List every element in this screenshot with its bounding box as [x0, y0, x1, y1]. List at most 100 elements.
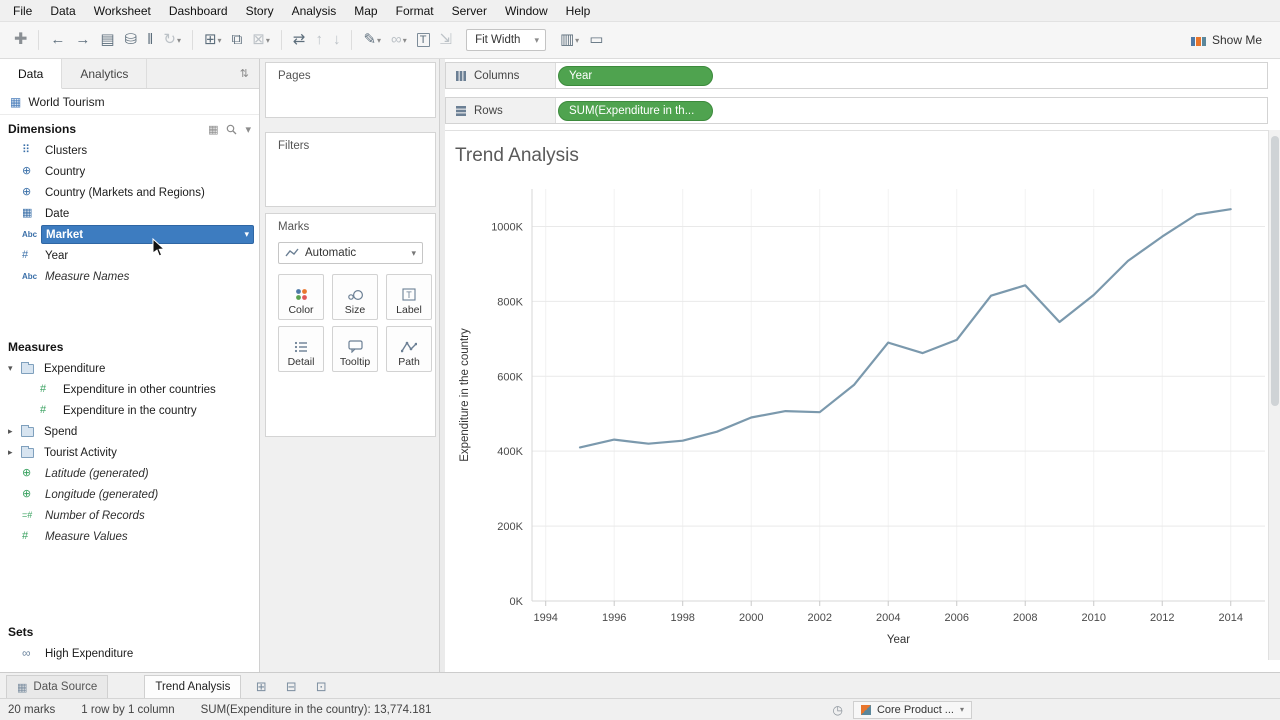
pill-sum-expenditure[interactable]: SUM(Expenditure in th... — [558, 101, 713, 121]
field-latitude-generated[interactable]: ⊕ Latitude (generated) — [0, 463, 259, 484]
mark-type-dropdown[interactable]: Automatic ▾ — [278, 242, 423, 264]
show-me-button[interactable]: Show Me — [1183, 30, 1270, 50]
run-update-icon[interactable]: ↻ ▾ — [159, 29, 185, 51]
vertical-scrollbar[interactable] — [1268, 130, 1280, 660]
field-expenditure-in-the-country[interactable]: # Expenditure in the country — [0, 400, 259, 421]
new-datasource-icon[interactable]: ⛁ — [121, 29, 142, 51]
field-dropdown-caret-icon[interactable]: ▾ — [244, 229, 249, 240]
tableau-logo-icon[interactable]: ✚ — [10, 29, 31, 51]
path-button[interactable]: Path — [386, 326, 432, 372]
rows-shelf[interactable]: Rows SUM(Expenditure in th... — [445, 97, 1268, 124]
field-country-markets-and-regions[interactable]: ⊕ Country (Markets and Regions) — [0, 182, 259, 203]
marks-buttons: Color Size T Label — [266, 274, 435, 372]
redo-icon[interactable]: → — [71, 29, 94, 51]
field-measure-values[interactable]: # Measure Values — [0, 526, 259, 547]
tooltip-button[interactable]: Tooltip — [332, 326, 378, 372]
new-worksheet-tab-icon[interactable]: ⊞ — [249, 675, 273, 698]
view-data-icon[interactable]: ▦ — [208, 123, 218, 136]
field-longitude-generated[interactable]: ⊕ Longitude (generated) — [0, 484, 259, 505]
swap-rows-columns-icon[interactable]: ⇄ — [289, 29, 310, 51]
detail-button[interactable]: Detail — [278, 326, 324, 372]
field-number-of-records[interactable]: =# Number of Records — [0, 505, 259, 526]
folder-caret-icon[interactable]: ▾ — [8, 363, 21, 374]
history-icon[interactable]: ◷ — [832, 703, 842, 717]
sort-ascending-icon[interactable]: ↑ — [311, 29, 327, 51]
menu-item[interactable]: Format — [387, 2, 443, 20]
show-mark-labels-icon[interactable]: T — [413, 30, 434, 50]
field-market[interactable]: Abc Market ▾ — [0, 224, 259, 245]
new-dashboard-tab-icon[interactable]: ⊟ — [279, 675, 303, 698]
y-tick-label: 400K — [497, 446, 523, 458]
folder-tourist-activity[interactable]: ▸ Tourist Activity — [0, 442, 259, 463]
columns-icon — [455, 70, 467, 82]
pages-shelf[interactable]: Pages — [265, 62, 436, 118]
menu-item[interactable]: Dashboard — [160, 2, 237, 20]
fit-selector[interactable]: Fit Width ▾ — [466, 29, 546, 51]
folder-expenditure[interactable]: ▾ Expenditure — [0, 358, 259, 379]
field-date[interactable]: ▦ Date — [0, 203, 259, 224]
clear-sheet-icon[interactable]: ⊠ ▾ — [248, 29, 274, 51]
search-fields-icon[interactable] — [226, 124, 237, 135]
field-type-icon: # — [40, 384, 59, 395]
undo-icon[interactable]: ← — [46, 29, 69, 51]
tab-trend-analysis[interactable]: Trend Analysis — [144, 675, 241, 698]
x-tick-label: 2014 — [1219, 612, 1243, 624]
menu-item[interactable]: Analysis — [283, 2, 346, 20]
status-bar: 20 marks 1 row by 1 column SUM(Expenditu… — [0, 698, 1280, 720]
highlight-icon[interactable]: ✎ ▾ — [359, 29, 385, 51]
show-me-icon — [1191, 34, 1206, 46]
field-type-icon: Abc — [22, 229, 41, 240]
folder-caret-icon[interactable]: ▸ — [8, 447, 21, 458]
menu-item[interactable]: Map — [345, 2, 386, 20]
columns-shelf[interactable]: Columns Year — [445, 62, 1268, 89]
set-high-expenditure[interactable]: ∞ High Expenditure — [0, 643, 259, 664]
field-type-icon: ⊕ — [22, 187, 41, 198]
folder-caret-icon[interactable]: ▸ — [8, 426, 21, 437]
color-button[interactable]: Color — [278, 274, 324, 320]
field-country[interactable]: ⊕ Country — [0, 161, 259, 182]
new-story-tab-icon[interactable]: ⊡ — [309, 675, 333, 698]
field-type-icon: ⠿ — [22, 145, 41, 156]
menu-item[interactable]: Help — [557, 2, 600, 20]
field-expenditure-in-other-countries[interactable]: # Expenditure in other countries — [0, 379, 259, 400]
pause-auto-updates-icon[interactable]: ‖ — [143, 29, 157, 51]
tab-analytics[interactable]: Analytics — [62, 59, 147, 88]
group-members-icon[interactable]: ∞ ▾ — [387, 29, 411, 51]
fix-axes-icon[interactable]: ⇲ — [436, 29, 457, 51]
field-measure-names[interactable]: Abc Measure Names — [0, 266, 259, 287]
menu-item[interactable]: Story — [237, 2, 283, 20]
menu-item[interactable]: File — [4, 2, 41, 20]
panel-pin-icon[interactable]: ⇅ — [230, 59, 259, 88]
trend-line-chart[interactable]: 0K200K400K600K800K1000K19941996199820002… — [445, 131, 1268, 661]
x-tick-label: 1998 — [670, 612, 694, 624]
toolbar: ✚ ← → ▤ — [0, 22, 1280, 59]
sets-list: ∞ High Expenditure — [0, 643, 259, 672]
folder-spend[interactable]: ▸ Spend — [0, 421, 259, 442]
product-selector[interactable]: Core Product ... ▾ — [853, 701, 972, 719]
menu-item[interactable]: Window — [496, 2, 557, 20]
sort-descending-icon[interactable]: ↓ — [329, 29, 345, 51]
fields-menu-caret-icon[interactable]: ▾ — [245, 123, 251, 136]
field-type-icon — [21, 427, 34, 437]
presentation-mode-icon[interactable]: ▭ — [585, 29, 607, 51]
dropdown-caret-icon: ▾ — [575, 36, 579, 45]
pill-year[interactable]: Year — [558, 66, 713, 86]
show-hide-cards-icon[interactable]: ▥ ▾ — [556, 29, 583, 51]
duplicate-sheet-icon[interactable]: ⧉ — [228, 29, 247, 51]
x-tick-label: 2010 — [1081, 612, 1105, 624]
datasource-item[interactable]: ▦ World Tourism — [0, 89, 259, 115]
scrollbar-thumb[interactable] — [1271, 136, 1279, 406]
new-worksheet-icon[interactable]: ⊞ ▾ — [200, 29, 226, 51]
menu-item[interactable]: Server — [443, 2, 496, 20]
field-year[interactable]: # Year — [0, 245, 259, 266]
menu-item[interactable]: Data — [41, 2, 84, 20]
field-label: Clusters — [45, 145, 87, 157]
field-clusters[interactable]: ⠿ Clusters — [0, 140, 259, 161]
size-button[interactable]: Size — [332, 274, 378, 320]
filters-shelf[interactable]: Filters — [265, 132, 436, 207]
menu-item[interactable]: Worksheet — [85, 2, 160, 20]
label-button[interactable]: T Label — [386, 274, 432, 320]
tab-data-source[interactable]: ▦ Data Source — [6, 675, 108, 698]
tab-data[interactable]: Data — [0, 59, 62, 89]
save-icon[interactable]: ▤ — [96, 29, 118, 51]
